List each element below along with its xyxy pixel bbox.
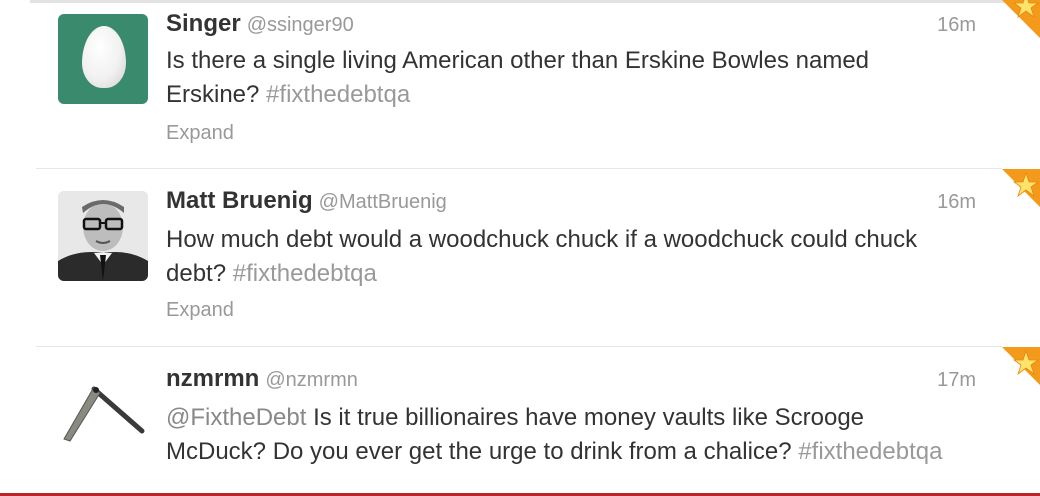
avatar[interactable]: [58, 191, 148, 281]
expand-link[interactable]: Expand: [166, 299, 234, 322]
tweet-text: How much debt would a woodchuck chuck if…: [166, 223, 968, 291]
tweet-text: Is there a single living American other …: [166, 44, 968, 112]
tweet-timestamp[interactable]: 16m: [937, 14, 976, 37]
author-username[interactable]: @nzmrmn: [265, 369, 358, 391]
portrait-avatar: [58, 191, 148, 281]
hashtag-link[interactable]: #fixthedebtqa: [266, 81, 410, 108]
tweet-text: @FixtheDebt Is it true billionaires have…: [166, 401, 968, 469]
tweet-header: nzmrmn @nzmrmn 17m: [166, 365, 976, 393]
egg-icon: [82, 26, 126, 88]
straight-razor-icon: [58, 369, 148, 459]
mention-link[interactable]: @FixtheDebt: [166, 404, 306, 431]
tweet-item[interactable]: nzmrmn @nzmrmn 17m @FixtheDebt Is it true…: [36, 346, 1040, 496]
expand-link[interactable]: Expand: [166, 122, 234, 145]
hashtag-link[interactable]: #fixthedebtqa: [233, 260, 377, 287]
favorite-star-icon[interactable]: [1002, 169, 1040, 207]
author-username[interactable]: @MattBruenig: [319, 191, 447, 213]
tweet-header: Matt Bruenig @MattBruenig 16m: [166, 187, 976, 215]
tweet-timestamp[interactable]: 17m: [937, 369, 976, 392]
tweet-header: Singer @ssinger90 16m: [166, 10, 976, 38]
author-fullname[interactable]: nzmrmn: [166, 365, 259, 392]
avatar[interactable]: [58, 14, 148, 104]
author-fullname[interactable]: Singer: [166, 10, 241, 37]
tweet-timestamp[interactable]: 16m: [937, 191, 976, 214]
timeline: Singer @ssinger90 16m Is there a single l…: [0, 0, 1040, 496]
author-fullname[interactable]: Matt Bruenig: [166, 187, 313, 214]
avatar[interactable]: [58, 369, 148, 459]
author-username[interactable]: @ssinger90: [247, 14, 354, 36]
favorite-star-icon[interactable]: [1002, 347, 1040, 385]
tweet-item[interactable]: Matt Bruenig @MattBruenig 16m How much de…: [36, 168, 1040, 346]
tweet-item[interactable]: Singer @ssinger90 16m Is there a single l…: [36, 0, 1040, 168]
favorite-star-icon[interactable]: [1002, 0, 1040, 38]
hashtag-link[interactable]: #fixthedebtqa: [798, 438, 942, 465]
